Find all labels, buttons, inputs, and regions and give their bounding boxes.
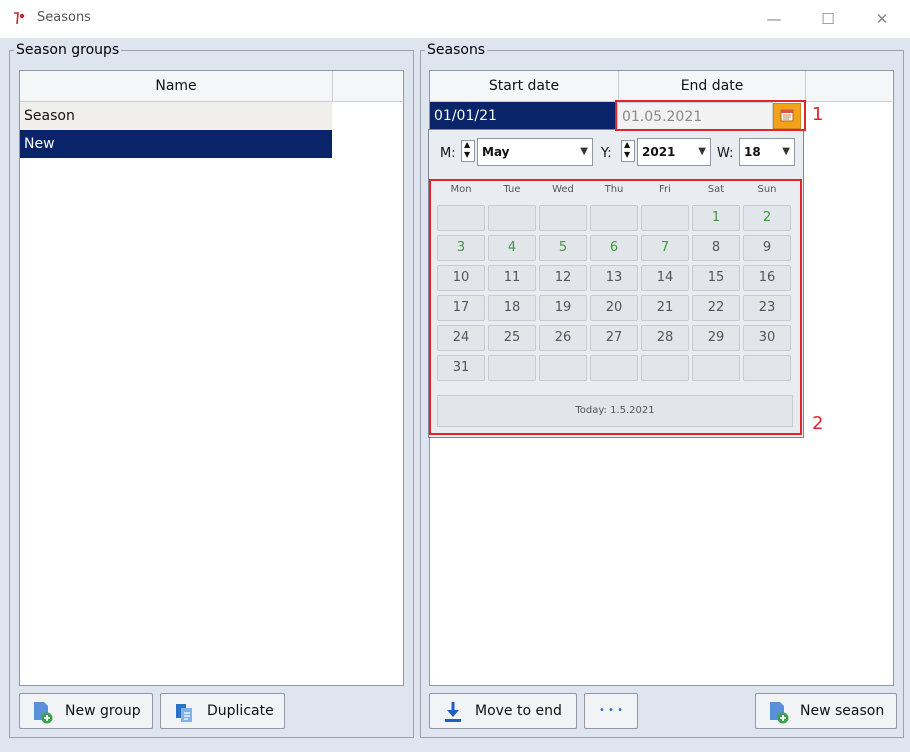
chevron-down-icon: ▼ bbox=[698, 146, 706, 157]
new-group-button[interactable]: New group bbox=[19, 693, 153, 729]
week-select[interactable]: 18 ▼ bbox=[739, 138, 795, 166]
new-doc-icon bbox=[34, 702, 53, 724]
maximize-button[interactable]: ☐ bbox=[806, 4, 850, 34]
month-select[interactable]: May ▼ bbox=[477, 138, 593, 166]
new-season-button[interactable]: New season bbox=[755, 693, 897, 729]
spin-down-icon: ▼ bbox=[624, 150, 631, 159]
title-bar: Seasons — ☐ ✕ bbox=[0, 0, 910, 38]
minimize-button[interactable]: — bbox=[752, 4, 796, 34]
window-title: Seasons bbox=[37, 10, 91, 25]
annotation-box-1 bbox=[615, 100, 806, 131]
table-row-new[interactable]: New bbox=[20, 130, 332, 158]
chevron-down-icon: ▼ bbox=[782, 146, 790, 157]
year-spinner[interactable]: ▲ ▼ bbox=[621, 140, 635, 162]
spin-up-icon: ▲ bbox=[624, 140, 631, 149]
year-label: Y: bbox=[601, 146, 612, 161]
duplicate-icon bbox=[176, 704, 192, 722]
month-value: May bbox=[482, 145, 510, 159]
annotation-label-2: 2 bbox=[812, 413, 824, 434]
week-value: 18 bbox=[744, 145, 761, 159]
seasons-label: Seasons bbox=[425, 41, 488, 59]
new-doc-icon bbox=[770, 702, 789, 724]
month-spinner[interactable]: ▲ ▼ bbox=[461, 140, 475, 162]
chevron-down-icon: ▼ bbox=[580, 146, 588, 157]
year-select[interactable]: 2021 ▼ bbox=[637, 138, 711, 166]
table-header-filler bbox=[333, 71, 402, 102]
month-label: M: bbox=[440, 146, 456, 161]
move-down-icon bbox=[445, 702, 461, 722]
new-group-label: New group bbox=[65, 703, 141, 719]
move-to-end-button[interactable]: Move to end bbox=[429, 693, 577, 729]
spin-down-icon: ▼ bbox=[464, 150, 471, 159]
start-date-cell[interactable]: 01/01/21 bbox=[430, 102, 616, 130]
more-options-button[interactable]: • • • bbox=[584, 693, 638, 729]
season-groups-table[interactable]: Name Season New bbox=[19, 70, 404, 686]
new-season-label: New season bbox=[800, 703, 885, 719]
spin-up-icon: ▲ bbox=[464, 140, 471, 149]
duplicate-label: Duplicate bbox=[207, 703, 274, 719]
season-groups-label: Season groups bbox=[14, 41, 122, 59]
annotation-label-1: 1 bbox=[812, 104, 824, 125]
table-header-filler bbox=[806, 71, 892, 102]
duplicate-button[interactable]: Duplicate bbox=[160, 693, 285, 729]
close-button[interactable]: ✕ bbox=[860, 4, 904, 34]
start-date-column-header[interactable]: Start date bbox=[430, 71, 619, 102]
app-icon bbox=[14, 12, 25, 25]
annotation-box-2 bbox=[429, 179, 802, 435]
name-column-header[interactable]: Name bbox=[20, 71, 333, 102]
week-label: W: bbox=[717, 146, 734, 161]
end-date-column-header[interactable]: End date bbox=[619, 71, 806, 102]
table-row-season[interactable]: Season bbox=[20, 102, 332, 130]
year-value: 2021 bbox=[642, 145, 676, 159]
move-to-end-label: Move to end bbox=[475, 703, 562, 719]
